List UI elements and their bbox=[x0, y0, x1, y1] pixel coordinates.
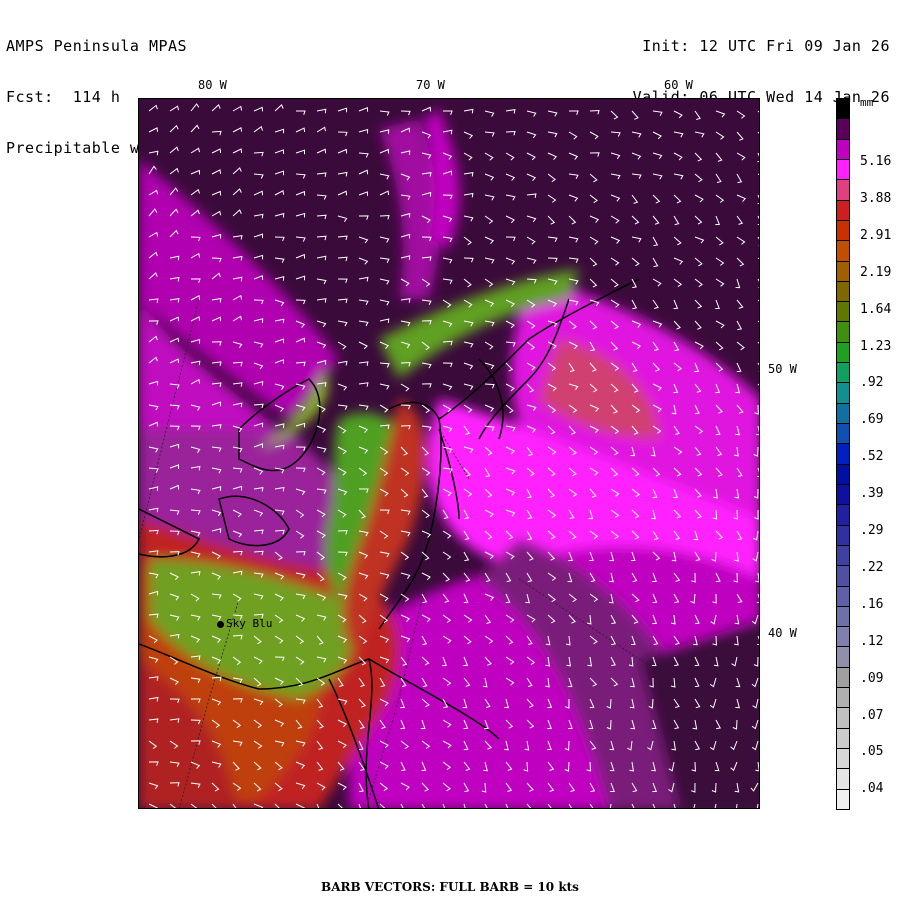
colorbar-tick-label: .69 bbox=[860, 412, 884, 428]
colorbar-cell bbox=[836, 748, 850, 770]
colorbar-tick-label: 1.23 bbox=[860, 338, 892, 354]
colorbar-cell bbox=[836, 687, 850, 709]
colorbar-tick-label: .09 bbox=[860, 670, 884, 686]
colorbar-tick-label: .52 bbox=[860, 449, 884, 465]
colorbar-tick-label: 2.91 bbox=[860, 227, 892, 243]
colorbar-cell bbox=[836, 402, 850, 425]
colorbar-cell bbox=[836, 280, 850, 303]
colorbar-cell bbox=[836, 179, 850, 201]
colorbar-tick-label: .07 bbox=[860, 707, 884, 723]
footer-barb-legend: BARB VECTORS: FULL BARB = 10 kts bbox=[321, 880, 579, 894]
colorbar-cell bbox=[836, 626, 850, 648]
colorbar-cell bbox=[836, 646, 850, 668]
colorbar-cell bbox=[836, 260, 850, 282]
colorbar-cell bbox=[836, 423, 850, 445]
colorbar-tick-label: 2.19 bbox=[860, 264, 892, 280]
colorbar-cell bbox=[836, 585, 850, 607]
colorbar-tick-label: 3.88 bbox=[860, 190, 892, 206]
colorbar-cell bbox=[836, 240, 850, 262]
colorbar-tick-label: .39 bbox=[860, 486, 884, 502]
model-title: AMPS Peninsula MPAS bbox=[6, 37, 188, 55]
colorbar-cell bbox=[836, 707, 850, 729]
top-axis-label-60w: 60 W bbox=[664, 78, 693, 92]
colorbar-cell bbox=[836, 483, 850, 506]
colorbar-cell bbox=[836, 321, 850, 343]
top-axis-label-80w: 80 W bbox=[198, 78, 227, 92]
colorbar-cell bbox=[836, 118, 850, 140]
colorbar-cell bbox=[836, 524, 850, 546]
map-panel[interactable]: Sky Blu bbox=[138, 98, 760, 809]
top-axis-label-70w: 70 W bbox=[416, 78, 445, 92]
right-axis-label-40w: 40 W bbox=[768, 626, 797, 640]
colorbar-cell bbox=[836, 341, 850, 364]
colorbar-tick-label: .92 bbox=[860, 375, 884, 391]
colorbar-cell bbox=[836, 199, 850, 221]
colorbar-cell bbox=[836, 98, 850, 120]
colorbar-cell bbox=[836, 605, 850, 628]
colorbar-tick-label: 5.16 bbox=[860, 154, 892, 169]
colorbar-cell bbox=[836, 788, 850, 810]
station-label: Sky Blu bbox=[226, 617, 273, 630]
colorbar-tick-label: .12 bbox=[860, 633, 884, 649]
colorbar-cell bbox=[836, 158, 850, 181]
colorbar-cell bbox=[836, 727, 850, 750]
colorbar-tick-label: .16 bbox=[860, 596, 884, 612]
colorbar-cell bbox=[836, 666, 850, 689]
colorbar-cell bbox=[836, 362, 850, 384]
colorbar-tick-label: 1.64 bbox=[860, 301, 892, 317]
colorbar-cell bbox=[836, 768, 850, 790]
colorbar-cell bbox=[836, 544, 850, 567]
colorbar-tick-label: .29 bbox=[860, 523, 884, 538]
colorbar-tick-label: .05 bbox=[860, 744, 884, 760]
colorbar-units: mm bbox=[860, 96, 874, 109]
colorbar-cell bbox=[836, 463, 850, 485]
colorbar-cell bbox=[836, 301, 850, 323]
right-axis-label-50w: 50 W bbox=[768, 362, 797, 376]
station-marker[interactable] bbox=[217, 621, 224, 628]
precipitable-water-map bbox=[139, 99, 759, 808]
colorbar-cell bbox=[836, 219, 850, 242]
init-time: Init: 12 UTC Fri 09 Jan 26 bbox=[642, 37, 890, 55]
colorbar-cell bbox=[836, 138, 850, 160]
colorbar-cell bbox=[836, 443, 850, 465]
colorbar-tick-label: .22 bbox=[860, 559, 884, 575]
colorbar-cell bbox=[836, 504, 850, 526]
colorbar-cell bbox=[836, 565, 850, 587]
colorbar-cell bbox=[836, 382, 850, 404]
colorbar-tick-label: .04 bbox=[860, 781, 884, 797]
